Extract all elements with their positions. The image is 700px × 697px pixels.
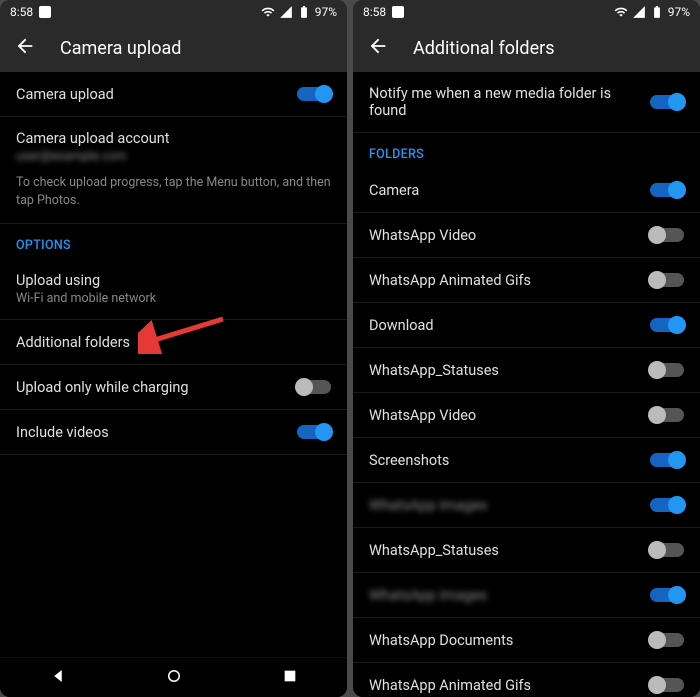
toggle-charging[interactable] xyxy=(297,380,331,394)
folder-row[interactable]: Download xyxy=(353,303,700,348)
folder-row[interactable]: WhatsApp Documents xyxy=(353,618,700,663)
folder-row[interactable]: WhatsApp_Statuses xyxy=(353,528,700,573)
folder-label: WhatsApp Images xyxy=(369,587,650,604)
folder-label: WhatsApp_Statuses xyxy=(369,542,650,559)
app-bar: Camera upload xyxy=(0,24,347,72)
row-label: Upload only while charging xyxy=(16,379,297,396)
status-bar: 8:58 97% xyxy=(353,0,700,24)
row-label: Include videos xyxy=(16,424,297,441)
folder-toggle[interactable] xyxy=(650,273,684,287)
folder-label: Camera xyxy=(369,182,650,199)
wifi-icon xyxy=(614,5,628,19)
row-notify[interactable]: Notify me when a new media folder is fou… xyxy=(353,72,700,133)
folder-label: WhatsApp Video xyxy=(369,407,650,424)
status-time: 8:58 xyxy=(363,5,386,19)
notification-icon xyxy=(392,6,404,18)
account-value: user@example.com xyxy=(16,149,331,164)
folder-toggle[interactable] xyxy=(650,228,684,242)
nav-home-icon[interactable] xyxy=(165,667,183,689)
toggle-camera-upload[interactable] xyxy=(297,87,331,101)
phone-left: 8:58 97% Camera upload Camera upload Cam… xyxy=(0,0,347,697)
folder-toggle[interactable] xyxy=(650,363,684,377)
folder-row[interactable]: WhatsApp Animated Gifs xyxy=(353,663,700,697)
row-upload-using[interactable]: Upload using Wi-Fi and mobile network xyxy=(0,259,347,320)
options-header: OPTIONS xyxy=(0,224,347,259)
row-camera-upload[interactable]: Camera upload xyxy=(0,72,347,117)
row-include-videos[interactable]: Include videos xyxy=(0,410,347,455)
folder-toggle[interactable] xyxy=(650,318,684,332)
back-icon[interactable] xyxy=(14,35,36,62)
row-account[interactable]: Camera upload account user@example.com xyxy=(0,117,347,168)
nav-back-icon[interactable] xyxy=(49,667,67,689)
content: Notify me when a new media folder is fou… xyxy=(353,72,700,697)
content: Camera upload Camera upload account user… xyxy=(0,72,347,657)
folder-toggle[interactable] xyxy=(650,543,684,557)
page-title: Camera upload xyxy=(60,38,181,59)
toggle-include-videos[interactable] xyxy=(297,425,331,439)
folder-row[interactable]: WhatsApp Video xyxy=(353,213,700,258)
folders-header: FOLDERS xyxy=(353,133,700,168)
row-additional-folders[interactable]: Additional folders xyxy=(0,320,347,365)
folder-toggle[interactable] xyxy=(650,678,684,692)
folder-toggle[interactable] xyxy=(650,453,684,467)
folder-row[interactable]: WhatsApp Animated Gifs xyxy=(353,258,700,303)
status-time: 8:58 xyxy=(10,5,33,19)
folder-label: WhatsApp Images xyxy=(369,497,650,514)
folder-label: WhatsApp_Statuses xyxy=(369,362,650,379)
folder-row[interactable]: WhatsApp Images xyxy=(353,483,700,528)
folder-label: Screenshots xyxy=(369,452,650,469)
battery-icon xyxy=(297,5,311,19)
folder-label: WhatsApp Documents xyxy=(369,632,650,649)
row-label: Notify me when a new media folder is fou… xyxy=(369,85,650,119)
folder-row[interactable]: Screenshots xyxy=(353,438,700,483)
status-bar: 8:58 97% xyxy=(0,0,347,24)
notification-icon xyxy=(39,6,51,18)
folder-label: Download xyxy=(369,317,650,334)
folder-label: WhatsApp Animated Gifs xyxy=(369,272,650,289)
folder-toggle[interactable] xyxy=(650,408,684,422)
folder-toggle[interactable] xyxy=(650,633,684,647)
folder-toggle[interactable] xyxy=(650,183,684,197)
row-label: Camera upload account xyxy=(16,130,331,147)
signal-icon xyxy=(279,5,293,19)
folder-row[interactable]: Camera xyxy=(353,168,700,213)
nav-recent-icon[interactable] xyxy=(282,668,298,688)
row-label: Additional folders xyxy=(16,334,331,351)
folder-label: WhatsApp Video xyxy=(369,227,650,244)
folders-list: Camera WhatsApp Video WhatsApp Animated Gi… xyxy=(353,168,700,697)
nav-bar xyxy=(0,657,347,697)
folder-toggle[interactable] xyxy=(650,498,684,512)
battery-icon xyxy=(650,5,664,19)
page-title: Additional folders xyxy=(413,38,555,59)
row-label: Camera upload xyxy=(16,86,297,103)
folder-row[interactable]: WhatsApp Video xyxy=(353,393,700,438)
battery-percent: 97% xyxy=(668,5,690,19)
folder-toggle[interactable] xyxy=(650,588,684,602)
row-label: Upload using xyxy=(16,272,331,289)
folder-label: WhatsApp Animated Gifs xyxy=(369,677,650,694)
app-bar: Additional folders xyxy=(353,24,700,72)
row-charging[interactable]: Upload only while charging xyxy=(0,365,347,410)
signal-icon xyxy=(632,5,646,19)
folder-row[interactable]: WhatsApp_Statuses xyxy=(353,348,700,393)
back-icon[interactable] xyxy=(367,35,389,62)
wifi-icon xyxy=(261,5,275,19)
phone-right: 8:58 97% Additional folders Notify me wh… xyxy=(353,0,700,697)
battery-percent: 97% xyxy=(315,5,337,19)
row-sublabel: Wi-Fi and mobile network xyxy=(16,291,331,306)
toggle-notify[interactable] xyxy=(650,95,684,109)
folder-row[interactable]: WhatsApp Images xyxy=(353,573,700,618)
help-text: To check upload progress, tap the Menu b… xyxy=(0,168,347,224)
